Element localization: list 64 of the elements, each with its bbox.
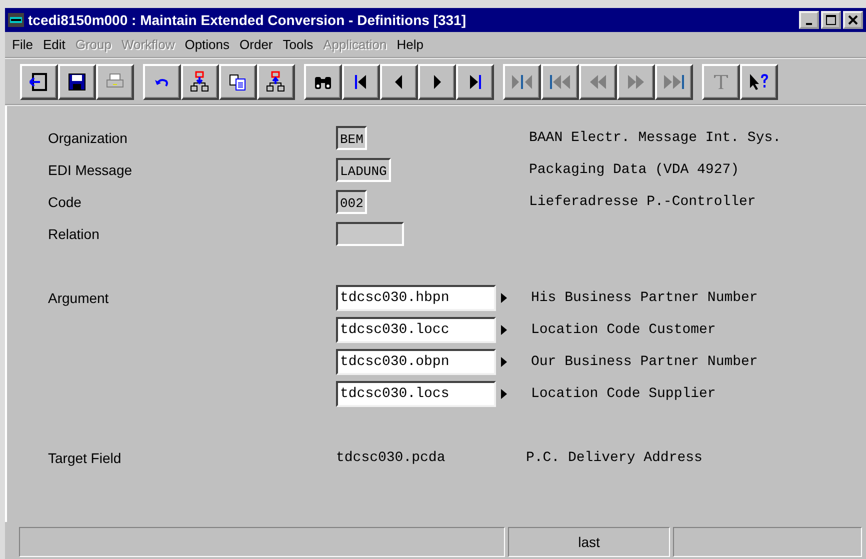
field-label: Code <box>48 194 82 210</box>
field-description: BAAN Electr. Message Int. Sys. <box>529 130 782 146</box>
toolbar-button[interactable] <box>304 64 342 100</box>
save-icon <box>67 72 87 92</box>
copy-icon <box>228 72 248 92</box>
field-description: P.C. Delivery Address <box>526 450 702 466</box>
text-format-icon <box>711 72 731 92</box>
field-description: Location Code Customer <box>531 322 716 338</box>
toolbar-button[interactable] <box>143 64 181 100</box>
display-field: LADUNG <box>336 158 391 182</box>
close-icon <box>848 15 858 25</box>
input-field[interactable]: tdcsc030.hbpn <box>336 285 496 311</box>
field-label: Target Field <box>48 450 122 466</box>
menu-item[interactable]: Help <box>392 37 428 52</box>
menu-item[interactable]: Order <box>234 37 278 52</box>
field-description: His Business Partner Number <box>531 290 758 306</box>
field-value: tdcsc030.pcda <box>336 450 446 466</box>
toolbar-button[interactable] <box>342 64 380 100</box>
zoom-arrow-icon[interactable] <box>501 325 507 335</box>
toolbar-button[interactable] <box>181 64 219 100</box>
field-label: Argument <box>48 290 110 306</box>
toolbar-button[interactable] <box>219 64 257 100</box>
mark-first-icon <box>510 72 534 92</box>
zoom-arrow-icon[interactable] <box>501 293 507 303</box>
minimize-icon <box>806 22 812 24</box>
menu-item[interactable]: Tools <box>278 37 318 52</box>
insert-record-icon <box>189 71 211 93</box>
minimize-button[interactable] <box>799 11 819 29</box>
exit-icon <box>29 72 49 92</box>
menu-item[interactable]: Options <box>180 37 235 52</box>
toolbar-button[interactable] <box>58 64 96 100</box>
toolbar-button[interactable] <box>740 64 778 100</box>
close-button[interactable] <box>843 11 863 29</box>
status-panel: last <box>508 527 670 557</box>
input-field[interactable]: tdcsc030.locc <box>336 317 496 343</box>
display-field: 002 <box>336 190 368 214</box>
zoom-arrow-icon[interactable] <box>501 389 507 399</box>
field-label: Relation <box>48 226 100 242</box>
menu-item[interactable]: File <box>7 37 38 52</box>
first-page-icon <box>548 72 572 92</box>
field-label: Organization <box>48 130 128 146</box>
field-description: Lieferadresse P.-Controller <box>529 194 757 210</box>
maximize-button[interactable] <box>821 11 841 29</box>
last-page-icon <box>662 72 686 92</box>
app-icon <box>8 13 24 27</box>
insert-above-icon <box>265 71 287 93</box>
display-field <box>336 222 404 246</box>
toolbar-button[interactable] <box>257 64 295 100</box>
field-description: Our Business Partner Number <box>531 354 758 370</box>
input-field[interactable]: tdcsc030.obpn <box>336 349 496 375</box>
field-description: Packaging Data (VDA 4927) <box>529 162 740 178</box>
field-label: EDI Message <box>48 162 134 178</box>
toolbar-button[interactable] <box>418 64 456 100</box>
toolbar-button[interactable] <box>20 64 58 100</box>
field-description: Location Code Supplier <box>531 386 716 402</box>
input-field[interactable]: tdcsc030.locs <box>336 381 496 407</box>
toolbar-button[interactable] <box>456 64 494 100</box>
menu-item[interactable]: Edit <box>38 37 70 52</box>
maximize-icon <box>826 15 836 25</box>
window-title: tcedi8150m000 : Maintain Extended Conversion - Definitions [331] <box>28 12 467 28</box>
context-help-icon <box>748 72 770 92</box>
zoom-arrow-icon[interactable] <box>501 357 507 367</box>
toolbar-button[interactable] <box>380 64 418 100</box>
display-field: BEM <box>336 126 368 150</box>
